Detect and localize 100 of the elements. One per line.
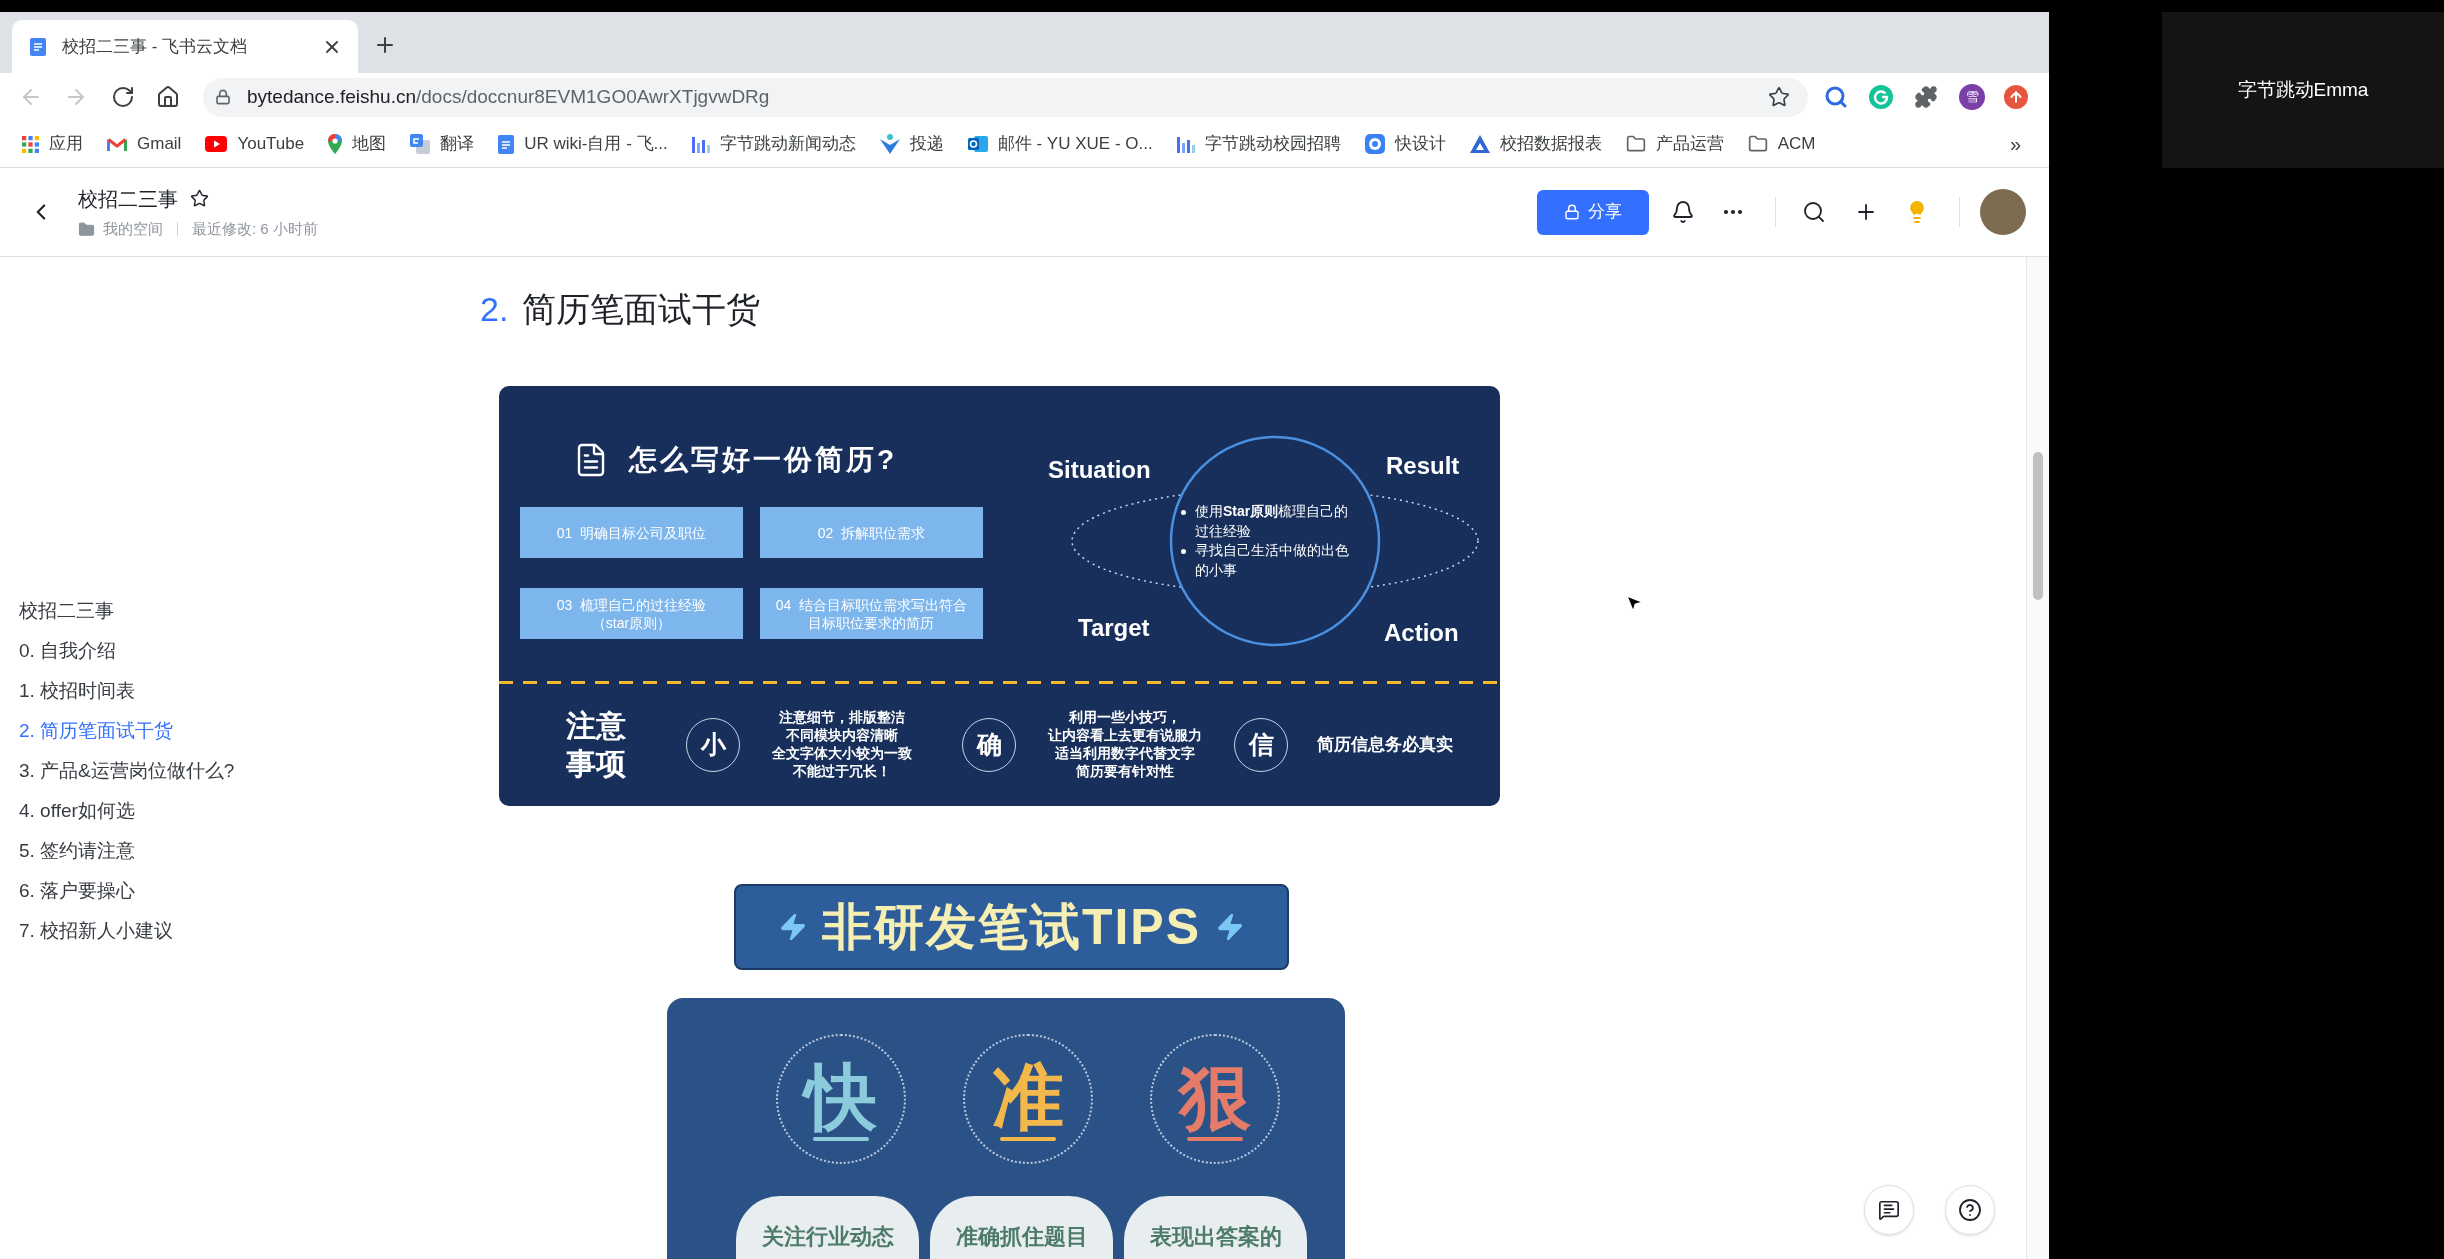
target-label: Target — [1078, 613, 1150, 643]
bookmark-item[interactable]: 应用 — [22, 131, 83, 157]
puzzle-icon[interactable] — [1914, 85, 1938, 109]
address-bar[interactable]: bytedance.feishu.cn/docs/doccnur8EVM1GO0AwrXTjgvwDRg — [203, 77, 1808, 117]
bookmark-item[interactable]: 地图 — [328, 131, 387, 157]
bar-chart-icon — [1176, 135, 1195, 153]
note-text: 注意细节，排版整洁 不同模块内容清晰 全文字体大小较为一致 不能过于冗长！ — [772, 709, 912, 781]
bookmark-label: 地图 — [352, 133, 387, 156]
tip-character: 准 — [992, 1057, 1064, 1137]
bookmark-item[interactable]: YouTube — [205, 131, 305, 157]
mail-tile-icon — [967, 135, 988, 153]
caption-text: 关注行业动态 — [761, 1223, 894, 1251]
outline-item[interactable]: 校招二三事 — [19, 591, 114, 631]
bookmark-label: Gmail — [137, 133, 182, 156]
action-label: Action — [1384, 618, 1459, 648]
outline-item[interactable]: 6. 落户要操心 — [19, 871, 136, 911]
bullet-icon — [1181, 549, 1186, 554]
bookmark-item[interactable]: 快设计 — [1364, 131, 1446, 157]
bookmark-label: 字节跳动新闻动态 — [719, 133, 856, 156]
outline-item[interactable]: 0. 自我介绍 — [19, 631, 117, 671]
v-mark-icon — [879, 134, 900, 154]
more-bookmarks-chevron[interactable]: » — [2009, 129, 2021, 159]
app-grid-icon — [22, 135, 39, 153]
translate-icon — [410, 134, 431, 154]
folder-icon — [78, 220, 95, 238]
bookmark-label: 字节跳动校园招聘 — [1204, 133, 1341, 156]
step-label: 03 梳理自己的过往经验 （star原则） — [556, 595, 707, 632]
bookmark-item[interactable]: UR wiki-自用 - 飞... — [498, 131, 668, 157]
document-title: 校招二三事 — [78, 186, 178, 212]
bookmark-star-icon[interactable] — [1768, 86, 1790, 108]
tip-character: 狠 — [1179, 1057, 1251, 1137]
bookmark-item[interactable]: ACM — [1747, 131, 1816, 157]
caption-text: 准确抓住题目 — [955, 1223, 1088, 1251]
outline-item[interactable]: 5. 签约请注意 — [19, 831, 136, 871]
favorite-star-icon[interactable] — [190, 189, 209, 209]
envelope-icon — [107, 136, 127, 152]
heading-number: 2. — [480, 288, 509, 330]
bookmark-item[interactable]: 字节跳动校园招聘 — [1176, 131, 1341, 157]
step-label: 01 明确目标公司及职位 — [556, 523, 707, 542]
bookmark-item[interactable]: 产品运营 — [1625, 131, 1724, 157]
share-button[interactable]: 分享 — [1537, 189, 1649, 235]
caption-text: 表现出答案的 — [1149, 1223, 1282, 1251]
section-heading: 简历笔面试干货 — [522, 288, 761, 330]
home-icon[interactable] — [156, 85, 180, 109]
bookmark-label: 应用 — [49, 133, 83, 156]
search-icon[interactable] — [1802, 200, 1826, 224]
bookmark-label: YouTube — [237, 133, 305, 156]
bullet-text: 使用Star原则梳理自己的 过往经验 — [1195, 502, 1349, 541]
note-text: 简历信息务必真实 — [1317, 734, 1453, 756]
bookmark-item[interactable]: 校招数据报表 — [1469, 131, 1602, 157]
user-avatar[interactable] — [1980, 189, 2026, 235]
bookmark-label: ACM — [1777, 133, 1816, 156]
infographic-title: 怎么写好一份简历? — [629, 443, 898, 477]
underline-bar — [1000, 1137, 1056, 1141]
lock-icon — [1564, 204, 1580, 220]
bookmark-label: 投递 — [909, 133, 944, 156]
scrollbar-thumb[interactable] — [2033, 452, 2043, 600]
bookmark-label: 产品运营 — [1655, 133, 1724, 156]
step-label: 04 结合目标职位需求写出符合 目标职位要求的简历 — [775, 595, 968, 632]
play-icon — [205, 136, 228, 152]
triangle-icon — [1469, 135, 1490, 153]
bookmark-item[interactable]: 邮件 - YU XUE - O... — [967, 131, 1153, 157]
document-icon — [498, 134, 515, 154]
outline-item[interactable]: 4. offer如何选 — [19, 791, 135, 831]
reload-icon[interactable] — [111, 85, 135, 109]
outline-item[interactable]: 3. 产品&运营岗位做什么? — [19, 751, 235, 791]
last-modified-text: 最近修改: 6 小时前 — [192, 218, 318, 239]
bookmark-label: 快设计 — [1394, 133, 1446, 156]
document-icon — [30, 37, 46, 56]
comment-icon — [1878, 1199, 1900, 1221]
magnifier-icon[interactable] — [1824, 85, 1848, 109]
profile-avatar[interactable]: 雪 — [1959, 84, 1985, 110]
lock-icon — [215, 89, 231, 105]
folder-icon — [1747, 134, 1768, 154]
folder-icon — [1625, 134, 1646, 154]
bookmark-label: UR wiki-自用 - 飞... — [524, 133, 668, 156]
outline-item[interactable]: 7. 校招新人小建议 — [19, 911, 174, 951]
bar-chart-icon — [691, 135, 710, 153]
bookmark-item[interactable]: Gmail — [107, 131, 182, 157]
underline-bar — [813, 1137, 869, 1141]
map-pin-icon — [328, 134, 343, 154]
help-button[interactable] — [1945, 1185, 1995, 1235]
help-icon — [1958, 1198, 1982, 1222]
banner-title: 非研发笔试TIPS — [821, 898, 1202, 957]
outline-item[interactable]: 2. 简历笔面试干货 — [19, 711, 174, 751]
browser-tab[interactable]: 校招二三事 - 飞书云文档 — [12, 20, 358, 73]
bullet-icon — [1181, 510, 1186, 515]
bookmark-item[interactable]: 翻译 — [410, 131, 475, 157]
bookmark-item[interactable]: 投递 — [879, 131, 944, 157]
outline-item[interactable]: 1. 校招时间表 — [19, 671, 136, 711]
bookmark-label: 翻译 — [440, 133, 475, 156]
ring-tile-icon — [1364, 134, 1385, 154]
tab-title: 校招二三事 - 飞书云文档 — [62, 35, 249, 58]
bookmark-item[interactable]: 字节跳动新闻动态 — [691, 131, 856, 157]
result-label: Result — [1386, 451, 1460, 481]
url-text: bytedance.feishu.cn/docs/doccnur8EVM1GO0AwrXTjgvwDRg — [247, 84, 770, 109]
bullet-text: 寻找自己生活中做的出色 的小事 — [1195, 541, 1349, 580]
participant-name: 字节跳动Emma — [2237, 77, 2369, 102]
notification-bell-icon[interactable] — [1671, 200, 1695, 224]
comment-button[interactable] — [1864, 1185, 1914, 1235]
